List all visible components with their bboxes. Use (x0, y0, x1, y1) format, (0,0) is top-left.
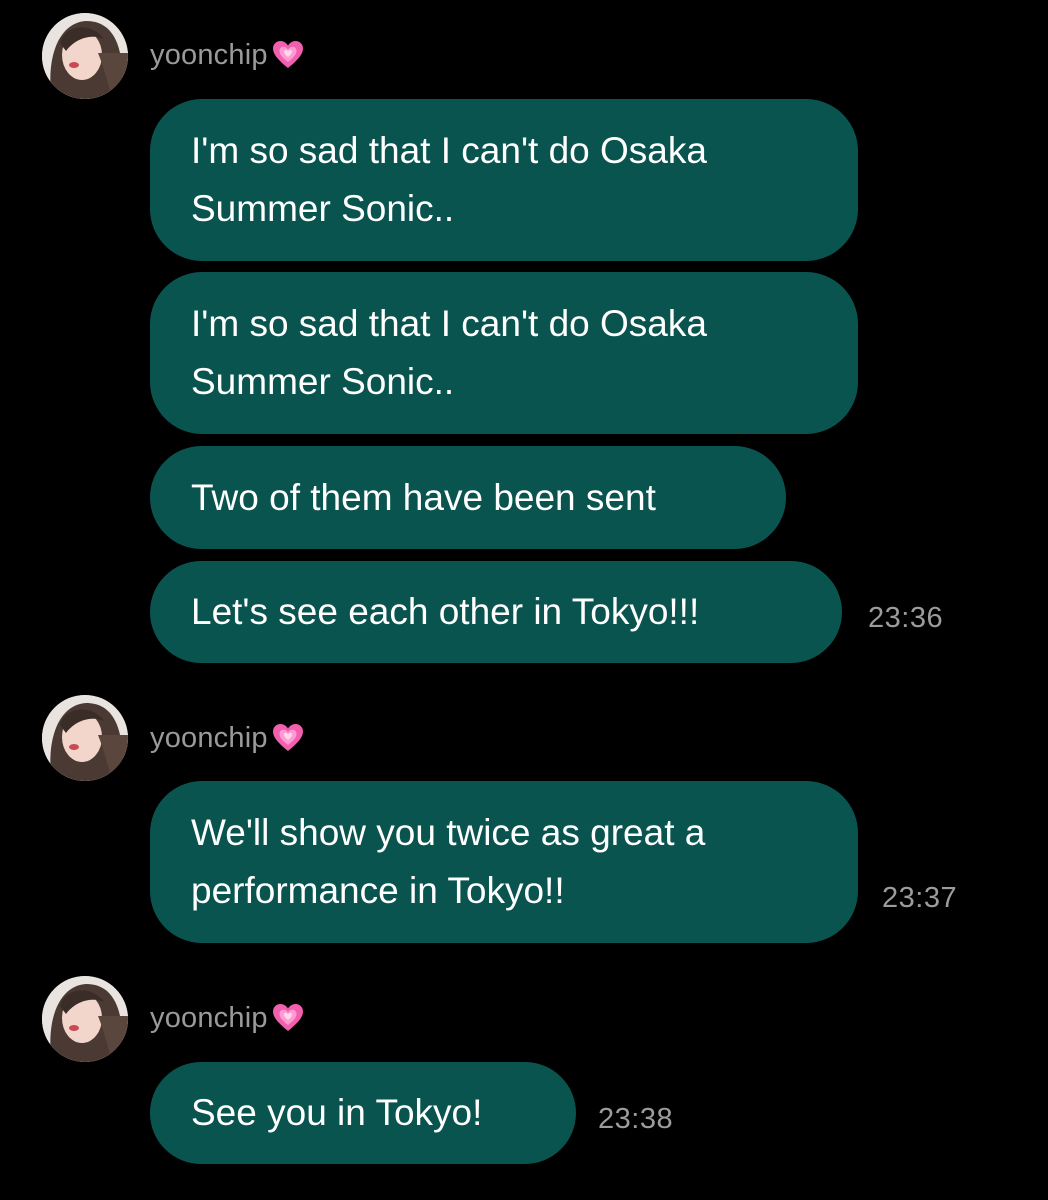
sender-name: yoonchip (150, 721, 268, 754)
growing-heart-icon (272, 41, 303, 68)
sender-name-row: yoonchip (150, 998, 304, 1038)
sender-name-row: yoonchip (150, 35, 304, 75)
avatar-photo-icon (42, 13, 128, 99)
chat-thread: yoonchip I'm so sad that I can't do Osak… (0, 0, 1048, 1200)
message-timestamp: 23:38 (598, 1103, 674, 1135)
sender-avatar[interactable] (42, 695, 128, 781)
message-text: I'm so sad that I can't do Osaka Summer … (191, 130, 707, 229)
avatar-photo-icon (42, 976, 128, 1062)
message-bubble[interactable]: We'll show you twice as great a performa… (150, 781, 858, 943)
message-text: Let's see each other in Tokyo!!! (191, 591, 700, 632)
sender-name: yoonchip (150, 1001, 268, 1034)
sender-avatar[interactable] (42, 13, 128, 99)
message-text: We'll show you twice as great a performa… (191, 812, 706, 911)
message-text: I'm so sad that I can't do Osaka Summer … (191, 303, 707, 402)
message-bubble[interactable]: I'm so sad that I can't do Osaka Summer … (150, 99, 858, 261)
message-text: Two of them have been sent (191, 476, 656, 518)
avatar-photo-icon (42, 695, 128, 781)
message-timestamp: 23:37 (882, 882, 958, 914)
sender-name-row: yoonchip (150, 718, 304, 758)
message-bubble[interactable]: I'm so sad that I can't do Osaka Summer … (150, 272, 858, 434)
message-timestamp: 23:36 (868, 602, 944, 634)
sender-avatar[interactable] (42, 976, 128, 1062)
message-bubble[interactable]: Let's see each other in Tokyo!!! (150, 561, 842, 663)
message-bubble[interactable]: See you in Tokyo! (150, 1062, 576, 1164)
growing-heart-icon (272, 1004, 303, 1031)
message-bubble[interactable]: Two of them have been sent (150, 446, 786, 549)
growing-heart-icon (272, 724, 303, 751)
message-text: See you in Tokyo! (191, 1092, 483, 1133)
sender-name: yoonchip (150, 38, 268, 71)
